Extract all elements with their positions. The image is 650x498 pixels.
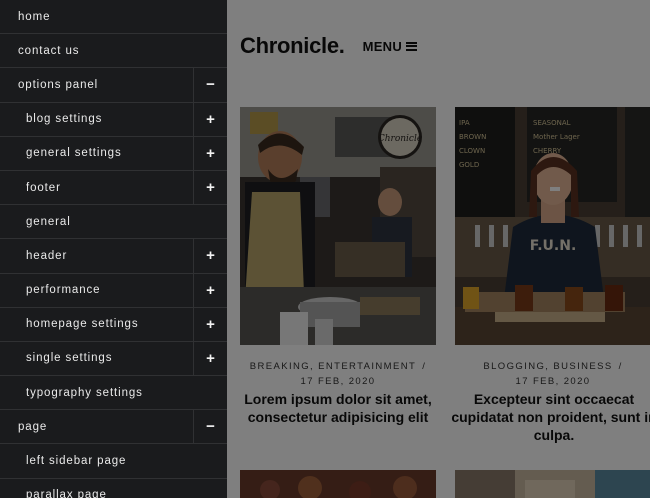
nav-item-label: footer [26, 181, 61, 194]
svg-text:GOLD: GOLD [459, 161, 479, 169]
nav-item-footer[interactable]: footer + [0, 170, 227, 206]
nav-item-page[interactable]: page − [0, 410, 227, 445]
post-title[interactable]: Excepteur sint occaecat cupidatat non pr… [449, 390, 650, 444]
nav-item-label: typography settings [26, 386, 143, 399]
nav-item-header[interactable]: header + [0, 239, 227, 274]
meta-separator: / [618, 361, 623, 372]
post-meta: BREAKING, ENTERTAINMENT / [240, 361, 436, 372]
post-card: IPA BROWN CLOWN GOLD SEASONAL Mother Lager CH… [451, 107, 650, 444]
post-thumbnail[interactable]: Chronicle [240, 107, 436, 345]
nav-item-left-sidebar-page[interactable]: left sidebar page [0, 444, 227, 479]
expand-icon[interactable]: + [193, 136, 227, 170]
bartender-market-photo: Chronicle [240, 107, 436, 345]
post-categories[interactable]: BREAKING, ENTERTAINMENT [250, 361, 416, 372]
expand-icon[interactable]: + [193, 170, 227, 205]
nav-item-label: left sidebar page [26, 455, 127, 468]
nav-item-label: options panel [18, 78, 99, 91]
nav-item-label: home [18, 10, 51, 23]
nav-item-homepage-settings[interactable]: homepage settings + [0, 307, 227, 342]
post-date: 17 FEB, 2020 [515, 376, 591, 387]
market-produce-photo [240, 470, 436, 498]
post-meta: BLOGGING, BUSINESS / [455, 361, 650, 372]
offcanvas-menu: home contact us options panel − blog setting… [0, 0, 227, 498]
post-title[interactable]: Lorem ipsum dolor sit amet, consectetur … [240, 390, 436, 426]
svg-text:IPA: IPA [459, 119, 470, 127]
post-thumbnail[interactable]: IPA BROWN CLOWN GOLD SEASONAL Mother Lager CH… [455, 107, 650, 345]
nav-item-label: general settings [26, 147, 122, 160]
post-thumbnail[interactable] [240, 470, 436, 498]
collapse-icon[interactable]: − [193, 68, 227, 102]
svg-text:Mother Lager: Mother Lager [533, 133, 580, 141]
post-thumbnail[interactable] [455, 470, 650, 498]
svg-text:SEASONAL: SEASONAL [533, 119, 571, 127]
nav-item-label: parallax page [26, 489, 107, 498]
nav-item-typography-settings[interactable]: typography settings [0, 376, 227, 411]
expand-icon[interactable]: + [193, 273, 227, 307]
nav-item-general[interactable]: general [0, 205, 227, 240]
hamburger-icon [406, 41, 418, 51]
nav-item-options-panel[interactable]: options panel − [0, 68, 227, 103]
nav-item-label: header [26, 249, 68, 262]
woman-brewery-photo: IPABROWNCLOWNGOLD SEASONALMother LagerCH… [455, 107, 650, 345]
nav-item-label: homepage settings [26, 318, 139, 331]
nav-item-label: contact us [18, 44, 80, 57]
nav-item-performance[interactable]: performance + [0, 273, 227, 308]
nav-item-blog-settings[interactable]: blog settings + [0, 102, 227, 137]
expand-icon[interactable]: + [193, 102, 227, 136]
menu-button[interactable]: MENU [362, 38, 418, 54]
street-photo [455, 470, 650, 498]
meta-separator: / [422, 361, 427, 372]
nav-item-label: blog settings [26, 113, 103, 126]
nav-item-general-settings[interactable]: general settings + [0, 136, 227, 171]
svg-text:CLOWN: CLOWN [459, 147, 485, 155]
svg-text:BROWN: BROWN [459, 133, 486, 141]
site-title[interactable]: Chronicle. [240, 33, 345, 59]
nav-item-parallax-page[interactable]: parallax page [0, 479, 227, 498]
expand-icon[interactable]: + [193, 341, 227, 376]
collapse-icon[interactable]: − [193, 410, 227, 444]
expand-icon[interactable]: + [193, 307, 227, 341]
nav-item-label: single settings [26, 352, 113, 365]
post-date: 17 FEB, 2020 [300, 376, 376, 387]
post-card: Chronicle BREAKING, ENTERTAINMENT / 17 F… [240, 107, 436, 426]
nav-item-label: general [26, 215, 71, 228]
nav-item-contact-us[interactable]: contact us [0, 34, 227, 69]
menu-label: MENU [362, 38, 403, 54]
nav-item-home[interactable]: home [0, 0, 227, 35]
nav-item-label: page [18, 420, 48, 433]
nav-item-label: performance [26, 284, 101, 297]
expand-icon[interactable]: + [193, 239, 227, 273]
site-header: Chronicle. MENU [240, 33, 418, 59]
post-categories[interactable]: BLOGGING, BUSINESS [483, 361, 612, 372]
svg-text:F.U.N.: F.U.N. [530, 238, 577, 254]
nav-item-single-settings[interactable]: single settings + [0, 341, 227, 377]
svg-text:Chronicle: Chronicle [378, 134, 422, 144]
